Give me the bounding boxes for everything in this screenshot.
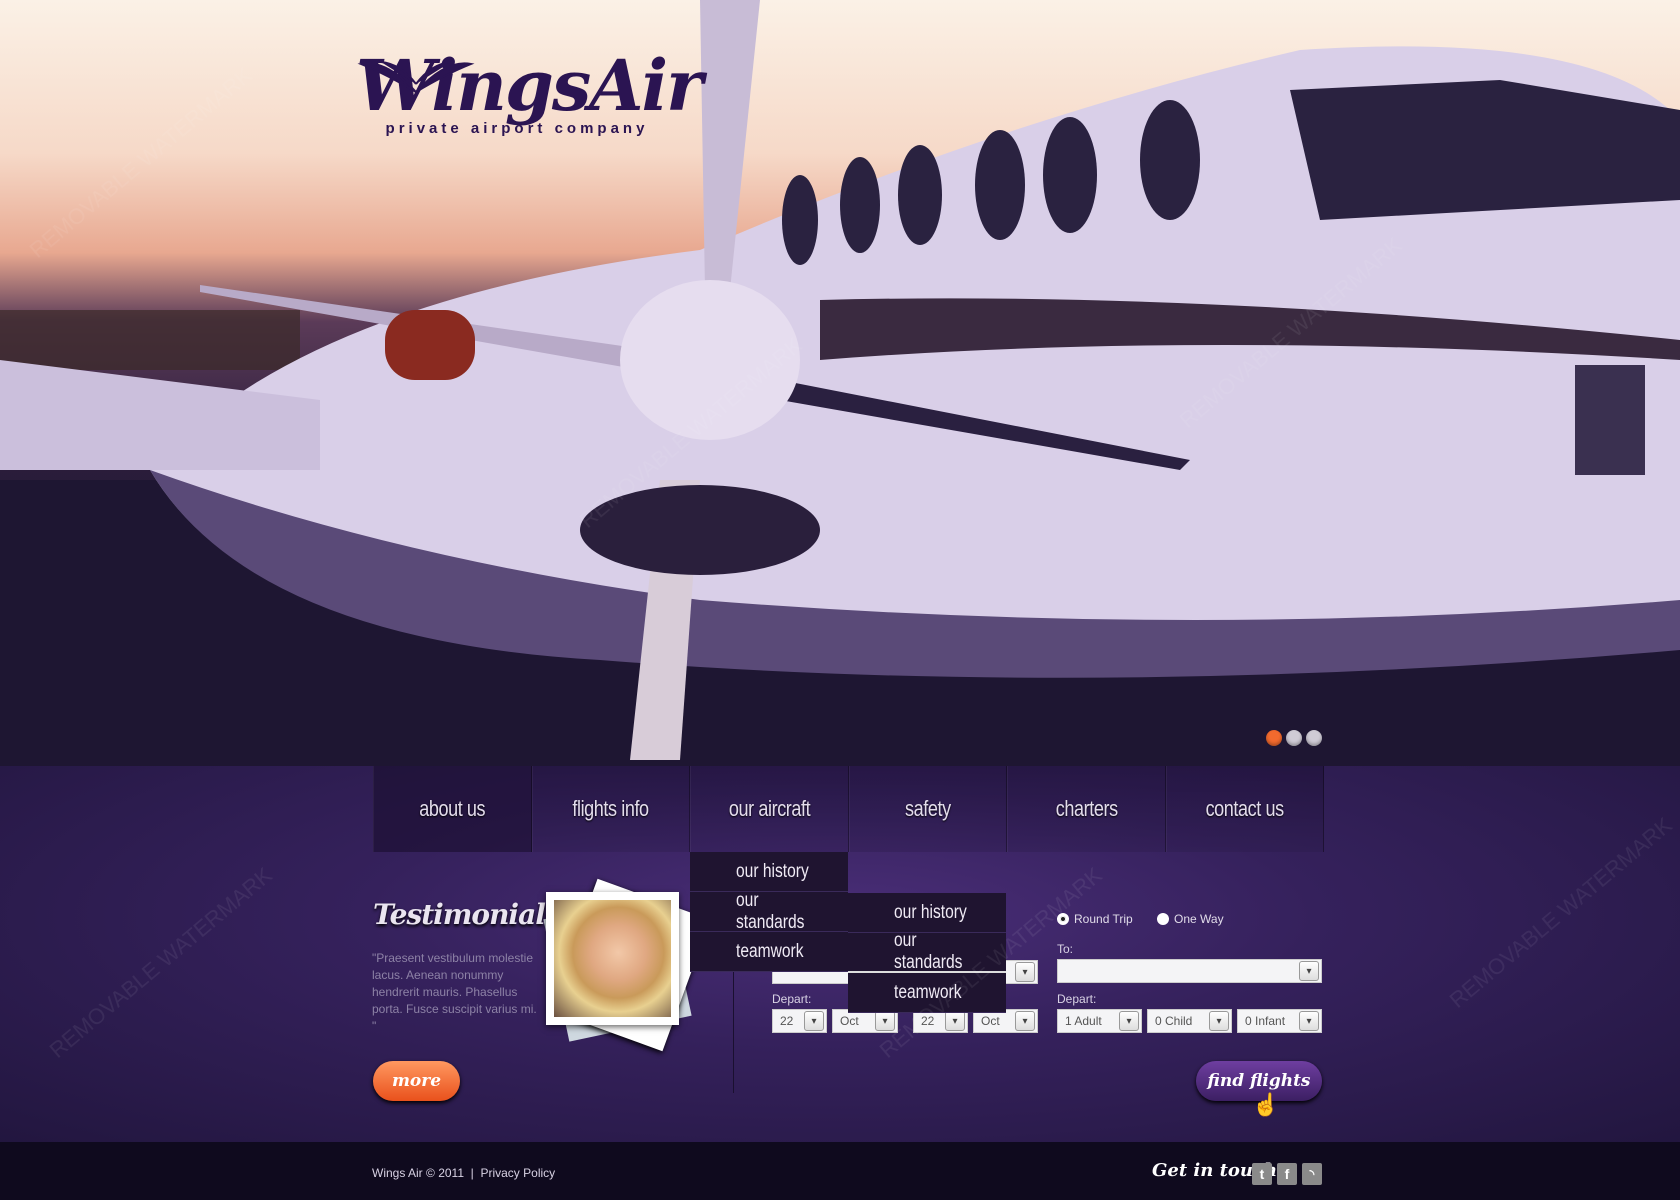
avatar bbox=[554, 900, 671, 1017]
to-label: To: bbox=[1057, 942, 1074, 956]
chevron-down-icon: ▾ bbox=[1015, 962, 1035, 982]
chevron-down-icon: ▾ bbox=[875, 1011, 895, 1031]
nav-label: about us bbox=[419, 796, 486, 821]
brand-tagline: private airport company bbox=[385, 120, 649, 137]
wings-logo-icon bbox=[357, 61, 475, 93]
depart-day-select[interactable]: 22 ▾ bbox=[772, 1009, 827, 1033]
menu-label: teamwork bbox=[894, 981, 962, 1003]
select-value: Oct bbox=[840, 1014, 859, 1028]
separator: | bbox=[470, 1166, 474, 1180]
chevron-down-icon: ▾ bbox=[1119, 1011, 1139, 1031]
nav-flights-info[interactable]: flights info bbox=[531, 766, 690, 852]
nav-our-aircraft[interactable]: our aircraft bbox=[690, 766, 849, 852]
chevron-down-icon: ▾ bbox=[1015, 1011, 1035, 1031]
nav-charters[interactable]: charters bbox=[1007, 766, 1166, 852]
nav-about-us[interactable]: about us bbox=[373, 766, 532, 852]
children-select[interactable]: 0 Child ▾ bbox=[1147, 1009, 1232, 1033]
menu-label: teamwork bbox=[736, 940, 804, 962]
menu-label: our standards bbox=[894, 930, 963, 973]
testimonial-photo bbox=[546, 892, 679, 1025]
nav-label: charters bbox=[1055, 796, 1118, 821]
select-value: 22 bbox=[780, 1014, 794, 1028]
nav-contact-us[interactable]: contact us bbox=[1165, 766, 1324, 852]
submenu-item-our-standards[interactable]: our standards bbox=[848, 930, 1006, 973]
nav-label: contact us bbox=[1205, 796, 1285, 821]
facebook-icon[interactable]: f bbox=[1277, 1163, 1297, 1185]
radio-label: One Way bbox=[1174, 912, 1224, 926]
select-value: 1 Adult bbox=[1065, 1014, 1102, 1028]
menu-label: our standards bbox=[736, 889, 805, 933]
submenu-item-our-history[interactable]: our history bbox=[848, 893, 1006, 933]
one-way-radio[interactable]: One Way bbox=[1157, 912, 1224, 926]
privacy-policy-link[interactable]: Privacy Policy bbox=[480, 1166, 555, 1180]
copyright: Wings Air © 2011 bbox=[372, 1166, 464, 1180]
rss-icon[interactable]: ◝ bbox=[1302, 1163, 1322, 1185]
depart-label: Depart: bbox=[1057, 992, 1097, 1006]
slider-dot-1[interactable] bbox=[1266, 730, 1282, 746]
nav-label: safety bbox=[904, 796, 951, 821]
adults-select[interactable]: 1 Adult ▾ bbox=[1057, 1009, 1142, 1033]
submenu-item-teamwork[interactable]: teamwork bbox=[848, 973, 1006, 1013]
select-value: 0 Infant bbox=[1245, 1014, 1286, 1028]
dropdown-item-our-standards[interactable]: our standards bbox=[690, 889, 848, 933]
slider-dot-2[interactable] bbox=[1286, 730, 1302, 746]
dropdown-item-teamwork[interactable]: teamwork bbox=[690, 932, 848, 972]
main-nav: about us flights info our aircraft safet… bbox=[373, 766, 1324, 852]
round-trip-radio[interactable]: Round Trip bbox=[1057, 912, 1133, 926]
nav-label: flights info bbox=[572, 796, 650, 821]
testimonials-title: Testimonials bbox=[373, 898, 561, 931]
logo[interactable]: WingsAir private airport company bbox=[356, 51, 703, 138]
more-button[interactable]: more bbox=[373, 1061, 460, 1101]
nav-safety[interactable]: safety bbox=[848, 766, 1007, 852]
chevron-down-icon: ▾ bbox=[945, 1011, 965, 1031]
chevron-down-icon: ▾ bbox=[1209, 1011, 1229, 1031]
menu-label: our history bbox=[736, 860, 809, 882]
standards-submenu: our history our standards teamwork bbox=[848, 893, 1006, 1013]
select-value: 22 bbox=[921, 1014, 935, 1028]
slider-dot-3[interactable] bbox=[1306, 730, 1322, 746]
select-value: Oct bbox=[981, 1014, 1000, 1028]
radio-unchecked-icon bbox=[1157, 913, 1169, 925]
depart-label: Depart: bbox=[772, 992, 812, 1006]
infants-select[interactable]: 0 Infant ▾ bbox=[1237, 1009, 1322, 1033]
slider-pagination bbox=[1266, 730, 1322, 746]
footer-text: Wings Air © 2011 | Privacy Policy bbox=[372, 1166, 555, 1180]
radio-label: Round Trip bbox=[1074, 912, 1133, 926]
twitter-icon[interactable]: t bbox=[1252, 1163, 1272, 1185]
aircraft-dropdown: our history our standards teamwork bbox=[690, 852, 848, 972]
select-value: 0 Child bbox=[1155, 1014, 1193, 1028]
hero-slider: WingsAir private airport company bbox=[0, 0, 1680, 766]
footer bbox=[0, 1142, 1680, 1200]
radio-checked-icon bbox=[1057, 913, 1069, 925]
to-select[interactable]: ▾ bbox=[1057, 959, 1322, 983]
chevron-down-icon: ▾ bbox=[1299, 1011, 1319, 1031]
chevron-down-icon: ▾ bbox=[1299, 961, 1319, 981]
dropdown-item-our-history[interactable]: our history bbox=[690, 852, 848, 892]
hand-cursor-icon: ☝ bbox=[1252, 1092, 1280, 1117]
chevron-down-icon: ▾ bbox=[804, 1011, 824, 1031]
testimonial-quote: "Praesent vestibulum molestie lacus. Aen… bbox=[372, 951, 537, 1033]
nav-label: our aircraft bbox=[728, 796, 811, 821]
menu-label: our history bbox=[894, 901, 967, 923]
airplane-image bbox=[0, 0, 1680, 766]
